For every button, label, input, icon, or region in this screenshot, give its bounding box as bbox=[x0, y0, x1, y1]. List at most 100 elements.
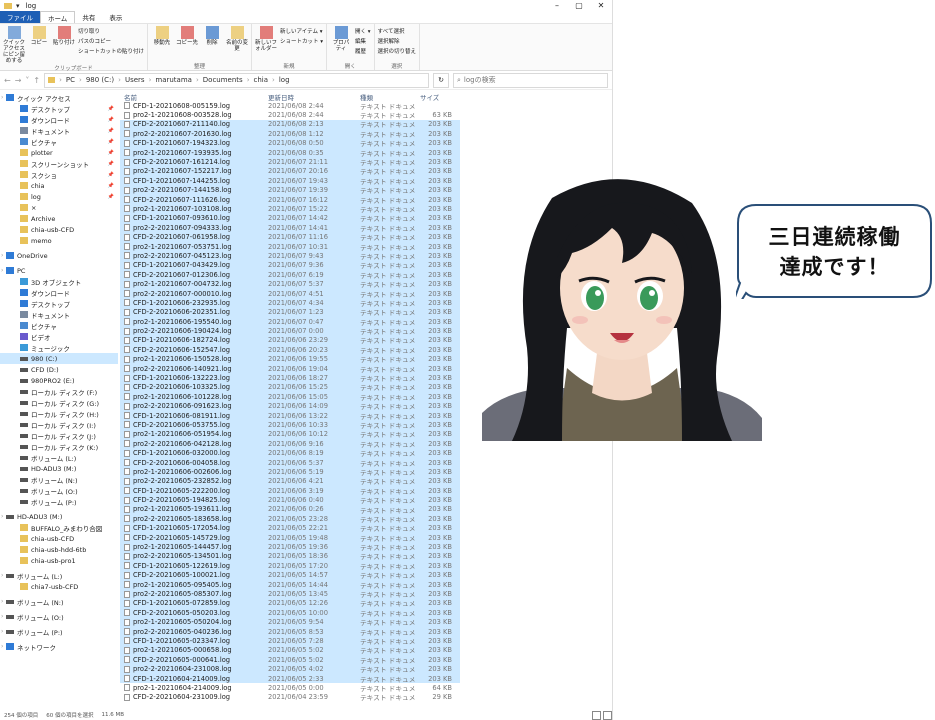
sidebar-item[interactable]: chia 📌 bbox=[0, 180, 118, 191]
sidebar-item[interactable]: スクショ 📌 bbox=[0, 169, 118, 180]
sidebar-item[interactable]: chia7-usb-CFD bbox=[0, 581, 118, 592]
file-row[interactable]: pro2-1-20210605-000658.log 2021/06/05 5:0… bbox=[120, 645, 460, 655]
file-row[interactable]: CFD-2-20210606-053755.log 2021/06/06 10:3… bbox=[120, 420, 460, 430]
file-row[interactable]: pro2-1-20210606-150528.log 2021/06/06 19:… bbox=[120, 354, 460, 364]
file-row[interactable]: pro2-1-20210606-101228.log 2021/06/06 15:… bbox=[120, 392, 460, 402]
file-row[interactable]: pro2-1-20210607-053751.log 2021/06/07 10:… bbox=[120, 241, 460, 252]
breadcrumb-item[interactable]: Users bbox=[125, 76, 145, 84]
file-row[interactable]: pro2-2-20210605-085307.log 2021/06/05 13:… bbox=[120, 589, 460, 599]
file-row[interactable]: pro2-2-20210607-201630.log 2021/06/08 1:1… bbox=[120, 129, 460, 139]
expand-chevron-icon[interactable]: › bbox=[1, 267, 3, 274]
sidebar-item[interactable]: ミュージック bbox=[0, 342, 118, 353]
breadcrumb-item[interactable]: Documents bbox=[203, 76, 243, 84]
file-row[interactable]: pro2-1-20210605-050204.log 2021/06/05 9:5… bbox=[120, 617, 460, 627]
recent-chevron-icon[interactable]: ˅ bbox=[25, 76, 29, 85]
sidebar-item[interactable]: デスクトップ 📌 bbox=[0, 103, 118, 114]
ribbon-small-button[interactable]: 新しいアイテム ▾ bbox=[280, 27, 323, 35]
file-row[interactable]: CFD-1-20210605-072859.log 2021/06/05 12:2… bbox=[120, 598, 460, 608]
expand-chevron-icon[interactable]: › bbox=[1, 252, 3, 259]
file-row[interactable]: CFD-1-20210606-132223.log 2021/06/06 18:2… bbox=[120, 373, 460, 383]
file-row[interactable]: CFD-1-20210607-194323.log 2021/06/08 0:50… bbox=[120, 138, 460, 148]
forward-arrow-icon[interactable]: → bbox=[15, 76, 22, 85]
sidebar-item[interactable]: デスクトップ bbox=[0, 298, 118, 309]
details-view-icon[interactable] bbox=[592, 710, 601, 720]
file-row[interactable]: pro2-1-20210605-193611.log 2021/06/06 0:2… bbox=[120, 504, 460, 515]
sidebar-item[interactable]: BUFFALO_みまわり合図 bbox=[0, 522, 118, 533]
file-row[interactable]: CFD-1-20210605-172054.log 2021/06/05 22:2… bbox=[120, 523, 460, 533]
sidebar-item[interactable]: × bbox=[0, 202, 118, 213]
sidebar-item[interactable]: › OneDrive bbox=[0, 250, 118, 261]
file-row[interactable]: pro2-2-20210605-183658.log 2021/06/05 23:… bbox=[120, 514, 460, 524]
large-icons-view-icon[interactable] bbox=[603, 710, 612, 720]
sidebar-item[interactable]: ローカル ディスク (F:) bbox=[0, 386, 118, 397]
sidebar-item[interactable]: plotter 📌 bbox=[0, 147, 118, 158]
sidebar-item[interactable]: ローカル ディスク (J:) bbox=[0, 430, 118, 441]
file-row[interactable]: CFD-2-20210604-231009.log 2021/06/04 23:5… bbox=[120, 693, 460, 702]
ribbon-small-button[interactable]: 選択の切り替え bbox=[378, 47, 417, 55]
file-row[interactable]: pro2-1-20210607-103108.log 2021/06/07 15:… bbox=[120, 204, 460, 214]
file-row[interactable]: pro2-2-20210607-144158.log 2021/06/07 19:… bbox=[120, 185, 460, 195]
sidebar-item[interactable]: ローカル ディスク (G:) bbox=[0, 397, 118, 408]
file-row[interactable]: CFD-2-20210607-012306.log 2021/06/07 6:19… bbox=[120, 270, 460, 280]
sidebar-item[interactable]: chia-usb-hdd-6tb bbox=[0, 544, 118, 555]
column-header-date[interactable]: 更新日時 bbox=[268, 92, 360, 102]
file-row[interactable]: pro2-1-20210604-214009.log 2021/06/05 0:0… bbox=[120, 683, 460, 693]
file-row[interactable]: CFD-2-20210607-061958.log 2021/06/07 11:1… bbox=[120, 232, 460, 242]
tab-share[interactable]: 共有 bbox=[75, 11, 102, 23]
file-row[interactable]: pro2-2-20210606-091623.log 2021/06/06 14:… bbox=[120, 401, 460, 411]
sidebar-item[interactable]: スクリーンショット 📌 bbox=[0, 158, 118, 169]
file-row[interactable]: CFD-1-20210606-032000.log 2021/06/06 8:19… bbox=[120, 448, 460, 458]
sidebar-item[interactable]: ボリューム (O:) bbox=[0, 485, 118, 496]
sidebar-item[interactable]: › ボリューム (N:) bbox=[0, 596, 118, 607]
file-row[interactable]: pro2-2-20210607-045123.log 2021/06/07 9:4… bbox=[120, 251, 460, 261]
close-button[interactable]: ✕ bbox=[590, 1, 612, 10]
expand-chevron-icon[interactable]: › bbox=[1, 94, 3, 101]
file-row[interactable]: CFD-2-20210605-194825.log 2021/06/06 0:40… bbox=[120, 495, 460, 505]
expand-chevron-icon[interactable]: › bbox=[1, 513, 3, 520]
breadcrumb-item[interactable]: PC bbox=[66, 76, 75, 84]
ribbon-small-button[interactable]: 編集 bbox=[355, 37, 371, 45]
breadcrumb-separator-icon[interactable]: › bbox=[79, 76, 82, 84]
sidebar-item[interactable]: ローカル ディスク (K:) bbox=[0, 441, 118, 452]
minimize-button[interactable]: – bbox=[546, 1, 568, 10]
file-row[interactable]: pro2-1-20210607-152217.log 2021/06/07 20:… bbox=[120, 166, 460, 176]
breadcrumb-item[interactable]: 980 (C:) bbox=[86, 76, 114, 84]
sidebar-item[interactable]: chia-usb-pro1 bbox=[0, 555, 118, 566]
file-row[interactable]: pro2-2-20210607-094333.log 2021/06/07 14:… bbox=[120, 223, 460, 233]
file-row[interactable]: CFD-2-20210605-000641.log 2021/06/05 5:02… bbox=[120, 655, 460, 665]
sidebar-item[interactable]: ローカル ディスク (H:) bbox=[0, 408, 118, 419]
file-row[interactable]: pro2-1-20210608-003528.log 2021/06/08 2:4… bbox=[120, 110, 460, 120]
search-box[interactable]: ⌕ logの検索 bbox=[453, 72, 608, 88]
sidebar-item[interactable]: › クイック アクセス bbox=[0, 92, 118, 103]
ribbon-small-button[interactable]: 切り取り bbox=[78, 27, 144, 35]
file-row[interactable]: CFD-2-20210607-211140.log 2021/06/08 2:13… bbox=[120, 119, 460, 129]
sidebar-item[interactable]: › ボリューム (L:) bbox=[0, 570, 118, 581]
file-row[interactable]: pro2-1-20210606-002606.log 2021/06/06 5:1… bbox=[120, 467, 460, 477]
file-row[interactable]: CFD-1-20210607-043429.log 2021/06/07 9:36… bbox=[120, 260, 460, 270]
tab-view[interactable]: 表示 bbox=[102, 11, 129, 23]
file-row[interactable]: pro2-2-20210606-140921.log 2021/06/06 19:… bbox=[120, 363, 460, 374]
file-row[interactable]: CFD-2-20210606-152547.log 2021/06/06 20:2… bbox=[120, 345, 460, 355]
address-bar[interactable]: › PC › 980 (C:) › Users › marutama › Documents › ch… bbox=[44, 72, 429, 88]
file-row[interactable]: CFD-1-20210606-182724.log 2021/06/06 23:2… bbox=[120, 335, 460, 345]
file-row[interactable]: CFD-1-20210605-122619.log 2021/06/05 17:2… bbox=[120, 561, 460, 571]
file-row[interactable]: pro2-2-20210604-231008.log 2021/06/05 4:0… bbox=[120, 664, 460, 674]
sidebar-item[interactable]: chia-usb-CFD bbox=[0, 224, 118, 235]
sidebar-item[interactable]: CFD (D:) bbox=[0, 364, 118, 375]
sidebar-item[interactable]: memo bbox=[0, 235, 118, 246]
file-row[interactable]: pro2-1-20210605-095405.log 2021/06/05 14:… bbox=[120, 579, 460, 590]
ribbon-small-button[interactable]: パスのコピー bbox=[78, 37, 144, 45]
file-row[interactable]: CFD-2-20210605-145729.log 2021/06/05 19:4… bbox=[120, 532, 460, 543]
sidebar-item[interactable]: ドキュメント 📌 bbox=[0, 125, 118, 136]
file-row[interactable]: CFD-2-20210606-202351.log 2021/06/07 1:23… bbox=[120, 307, 460, 317]
sidebar-item[interactable]: ボリューム (P:) bbox=[0, 496, 118, 507]
file-row[interactable]: CFD-2-20210606-103325.log 2021/06/06 15:2… bbox=[120, 382, 460, 392]
expand-chevron-icon[interactable]: › bbox=[1, 628, 3, 635]
expand-chevron-icon[interactable]: › bbox=[1, 572, 3, 579]
file-row[interactable]: pro2-2-20210606-190424.log 2021/06/07 0:0… bbox=[120, 326, 460, 336]
file-row[interactable]: CFD-1-20210605-222200.log 2021/06/06 3:19… bbox=[120, 486, 460, 496]
ribbon-small-button[interactable]: すべて選択 bbox=[378, 27, 417, 35]
file-row[interactable]: CFD-1-20210608-005159.log 2021/06/08 2:44… bbox=[120, 101, 460, 111]
file-row[interactable]: CFD-2-20210606-004058.log 2021/06/06 5:37… bbox=[120, 457, 460, 468]
file-row[interactable]: CFD-1-20210606-081911.log 2021/06/06 13:2… bbox=[120, 410, 460, 421]
